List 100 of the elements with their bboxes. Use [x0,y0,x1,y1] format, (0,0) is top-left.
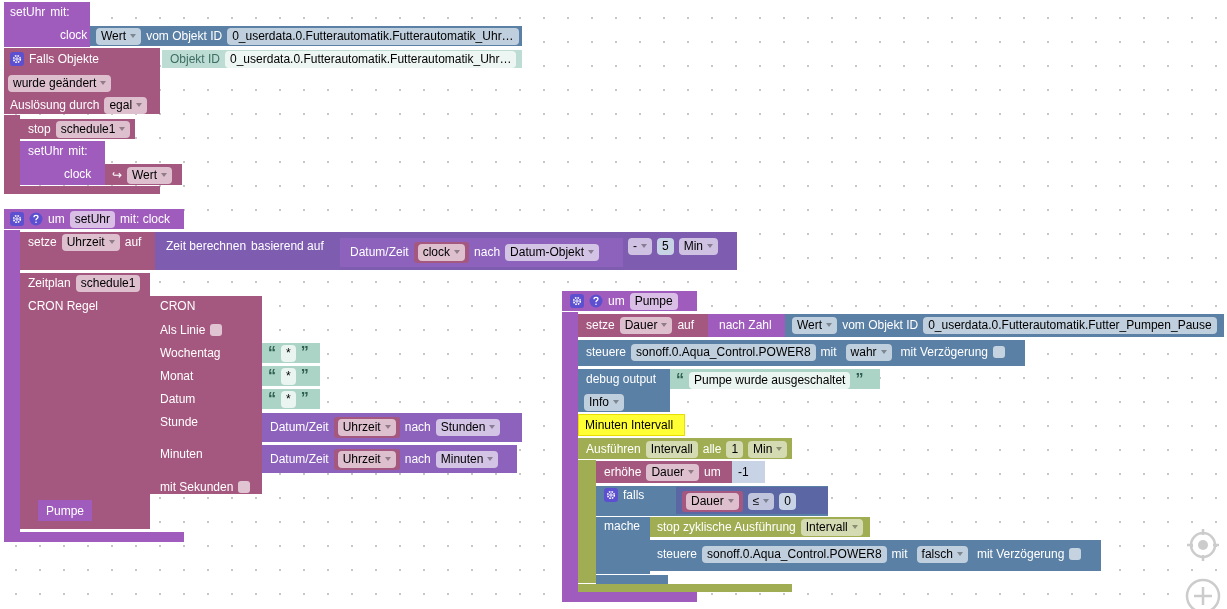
block-label: um [704,465,721,479]
block-label: ↪ [112,168,122,182]
block-label: vom Objekt ID [146,29,223,43]
dropdown[interactable]: Wert [792,316,838,334]
text-field[interactable]: setUhr [69,210,115,228]
dropdown[interactable]: Datum-Objekt [505,243,600,261]
text-field[interactable]: 0_userdata.0.Futterautomatik.Futter_Pumpen_Pause [923,316,1217,334]
block-label: stop zyklische Ausführung [657,520,796,534]
caret-icon [454,250,461,254]
code-block[interactable] [90,26,522,46]
caret-icon [776,447,783,451]
checkbox[interactable] [210,324,223,336]
dropdown[interactable]: ≤ [747,492,775,510]
checkbox[interactable] [1069,548,1082,560]
dropdown[interactable]: Info [584,393,624,411]
dropdown[interactable]: Wert [96,27,142,45]
caret-icon [880,350,887,354]
quote-mark: “ [268,369,276,383]
checkbox[interactable] [993,346,1005,358]
code-block[interactable] [785,314,1224,337]
gear-icon[interactable] [604,488,618,502]
caret-icon [851,525,858,529]
caret-icon [489,425,496,429]
dropdown[interactable]: Uhrzeit [61,233,120,251]
quote-mark: ” [300,392,309,406]
dropdown[interactable]: schedule1 [55,120,131,138]
block-label: setze [586,318,615,332]
code-block[interactable] [578,340,1025,366]
comment-note[interactable]: Minuten Intervall [578,414,685,436]
block-label: steuere [586,345,627,359]
block-label: Monat [160,369,194,383]
caret-icon [588,250,595,254]
quote-mark: ” [855,373,864,387]
block-label: setze [28,235,57,249]
caret-icon [763,499,770,503]
code-block[interactable] [732,461,765,483]
text-field[interactable]: 1 [726,440,744,458]
block-label: alle [702,442,722,456]
code-block[interactable] [20,119,135,139]
block-label: Datum/Zeit [270,420,329,434]
gear-icon[interactable] [570,294,584,308]
text-field[interactable]: Intervall [645,440,698,458]
block-label: stop [28,122,51,136]
block-label: Datum [160,392,196,406]
dropdown[interactable]: Minuten [435,450,499,468]
text-field[interactable]: 0_userdata.0.Futterautomatik.Futterautomatik_Uhr… [227,27,519,45]
block-label: Zeitplan [28,276,71,290]
block-label: Pumpe [46,504,85,518]
checkbox[interactable] [238,481,251,493]
text-field[interactable]: Pumpe [629,292,678,310]
text-field[interactable]: sonoff.0.Aqua_Control.POWER8 [631,343,816,361]
dropdown[interactable]: Wert [127,166,173,184]
text-field[interactable]: schedule1 [75,274,141,292]
dropdown[interactable]: Stunden [435,418,501,436]
gear-icon[interactable] [10,212,24,226]
block-label: Minuten [160,447,203,461]
code-block[interactable] [578,314,708,337]
caret-icon [161,173,168,177]
caret-icon [826,323,833,327]
block-label: setUhr [28,144,64,158]
caret-icon [956,552,963,556]
caret-icon [613,400,619,404]
block-label: nach [404,420,431,434]
gear-icon[interactable] [10,52,24,66]
quote-mark: ” [300,346,309,360]
block-label: nach Zahl [719,318,772,332]
dropdown[interactable]: Dauer [619,316,673,334]
help-icon[interactable] [29,212,43,226]
block-label: vom Objekt ID [842,318,919,332]
dropdown[interactable]: egal [104,96,148,114]
caret-icon [384,425,391,429]
block-label: Zeit berechnen [166,239,247,253]
code-block[interactable] [650,540,1101,571]
block-label: steuere [657,547,698,561]
block-label: setUhr [10,5,46,19]
dropdown[interactable]: wurde geändert [8,74,112,92]
dropdown[interactable]: - [628,237,652,255]
block-label: nach [474,245,501,259]
code-block[interactable] [596,461,732,483]
caret-icon [707,244,714,248]
dropdown[interactable]: Min [748,440,788,458]
block-label: Datum/Zeit [270,452,329,466]
block-label: mit: [50,5,70,19]
caret-icon [130,34,137,38]
block-label: Datum/Zeit [350,245,409,259]
caret-icon [119,127,126,131]
quote-mark: ” [300,369,309,383]
quote-mark: “ [268,346,276,360]
block-label: debug output [586,372,657,386]
code-block[interactable] [650,517,870,537]
block-label: clock [60,28,88,42]
dropdown[interactable]: Min [678,237,719,255]
block-label: -1 [738,465,749,479]
text-field[interactable]: sonoff.0.Aqua_Control.POWER8 [702,545,887,563]
dropdown[interactable]: Intervall [800,518,863,536]
block-label: falls [623,488,645,502]
quote-mark: “ [676,373,684,387]
help-icon[interactable] [589,294,603,308]
dropdown[interactable]: Dauer [646,463,700,481]
code-block[interactable] [105,164,182,185]
